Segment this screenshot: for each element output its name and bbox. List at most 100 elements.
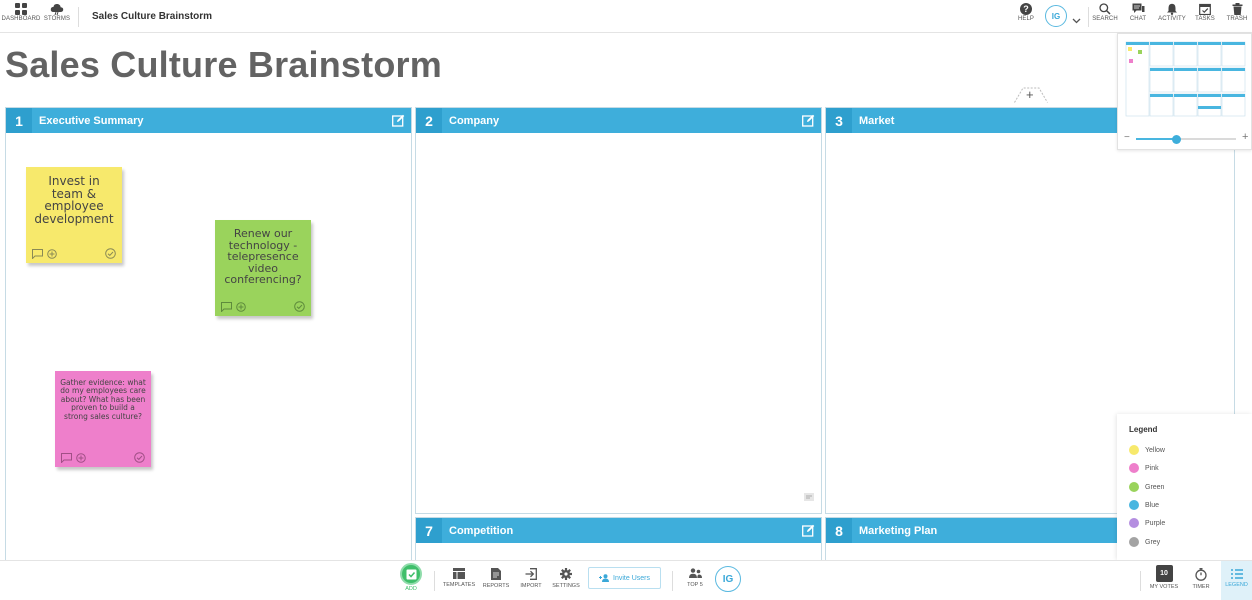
- edit-icon[interactable]: [802, 524, 815, 542]
- edit-icon[interactable]: [802, 114, 815, 132]
- toolbar-divider: [1140, 571, 1141, 591]
- import-button[interactable]: IMPORT: [518, 568, 544, 589]
- timer-button[interactable]: TIMER: [1190, 568, 1212, 590]
- color-swatch-icon: [1129, 537, 1139, 547]
- section-executive-summary: 1 Executive Summary Invest in team & emp…: [5, 107, 412, 567]
- my-votes-button[interactable]: 10 MY VOTES: [1148, 565, 1180, 590]
- cloud-icon: [50, 3, 64, 15]
- vote-plus-icon[interactable]: [236, 299, 246, 317]
- add-button[interactable]: ADD: [398, 563, 424, 592]
- trash-icon: [1232, 3, 1242, 15]
- note-text: Renew our technology - telepresence vide…: [224, 227, 302, 287]
- section-title: Competition: [449, 525, 514, 537]
- report-document-icon: [491, 568, 501, 580]
- minimap-preview[interactable]: [1118, 34, 1252, 124]
- toolbar-divider: [434, 571, 435, 591]
- section-header: 2 Company: [416, 108, 821, 133]
- zoom-in-button[interactable]: +: [1242, 131, 1248, 143]
- section-number: 7: [416, 518, 442, 543]
- sticky-note[interactable]: Gather evidence: what do my employees ca…: [55, 371, 151, 467]
- zoom-out-button[interactable]: −: [1124, 132, 1130, 143]
- help-button[interactable]: ? HELP: [1015, 3, 1037, 22]
- section-header: 7 Competition: [416, 518, 821, 543]
- legend-item-green[interactable]: Green: [1129, 481, 1164, 493]
- activity-button[interactable]: ACTIVITY: [1156, 3, 1188, 22]
- my-votes-label: MY VOTES: [1149, 584, 1179, 590]
- legend-item-pink[interactable]: Pink: [1129, 462, 1159, 474]
- chat-button[interactable]: CHAT: [1126, 3, 1150, 22]
- top5-button[interactable]: TOP 5: [684, 568, 706, 588]
- reports-button[interactable]: REPORTS: [481, 568, 511, 589]
- top-toolbar: DASHBOARD STORMS Sales Culture Brainstor…: [0, 0, 1252, 33]
- settings-button[interactable]: SETTINGS: [551, 568, 581, 589]
- group-users-icon: [688, 568, 702, 578]
- resize-handle-icon[interactable]: [804, 488, 814, 506]
- note-text: Invest in team & employee development: [34, 174, 114, 226]
- note-text: Gather evidence: what do my employees ca…: [60, 378, 146, 421]
- legend-label: Green: [1145, 483, 1165, 491]
- edit-icon[interactable]: [392, 114, 405, 132]
- check-circle-icon[interactable]: [294, 299, 305, 317]
- dashboard-grid-icon: [15, 3, 27, 15]
- search-icon: [1099, 3, 1111, 15]
- help-label: HELP: [1017, 16, 1035, 22]
- tasks-button[interactable]: TASKS: [1194, 3, 1216, 22]
- legend-item-grey[interactable]: Grey: [1129, 536, 1160, 548]
- import-icon: [525, 568, 537, 580]
- templates-button[interactable]: TEMPLATES: [442, 568, 476, 588]
- zoom-slider-track[interactable]: [1136, 134, 1236, 144]
- add-note-icon: [400, 563, 422, 585]
- search-button[interactable]: SEARCH: [1092, 3, 1118, 22]
- add-user-icon: [599, 574, 610, 582]
- vote-plus-icon[interactable]: [47, 246, 57, 264]
- zoom-slider-thumb[interactable]: [1171, 134, 1181, 144]
- sticky-note[interactable]: Renew our technology - telepresence vide…: [215, 220, 311, 316]
- toolbar-divider: [1088, 7, 1089, 27]
- legend-label: Pink: [1145, 464, 1159, 472]
- storms-button[interactable]: STORMS: [43, 3, 71, 22]
- user-avatar[interactable]: IG: [715, 566, 741, 592]
- bottom-toolbar: ADD TEMPLATES REPORTS IMPORT SETTINGS In…: [0, 560, 1252, 600]
- search-label: SEARCH: [1092, 16, 1118, 22]
- help-icon: ?: [1020, 3, 1032, 15]
- legend-item-purple[interactable]: Purple: [1129, 517, 1165, 529]
- page-title: Sales Culture Brainstorm: [5, 44, 442, 85]
- dashboard-button[interactable]: DASHBOARD: [2, 3, 40, 22]
- add-section-button[interactable]: +: [1014, 87, 1048, 103]
- comment-icon[interactable]: [32, 246, 43, 264]
- trash-button[interactable]: TRASH: [1226, 3, 1248, 22]
- vote-plus-icon[interactable]: [76, 450, 86, 468]
- minimap-panel[interactable]: − +: [1117, 33, 1252, 150]
- color-swatch-icon: [1129, 445, 1139, 455]
- legend-panel: Legend Yellow Pink Green Blue Purple Gre…: [1117, 414, 1252, 560]
- templates-icon: [453, 568, 465, 579]
- invite-users-button[interactable]: Invite Users: [588, 567, 661, 589]
- comment-icon[interactable]: [61, 450, 72, 468]
- section-number: 8: [826, 518, 852, 543]
- check-circle-icon[interactable]: [105, 246, 116, 264]
- section-company: 2 Company: [415, 107, 822, 514]
- sticky-note[interactable]: Invest in team & employee development: [26, 167, 122, 263]
- reports-label: REPORTS: [482, 583, 510, 589]
- user-avatar[interactable]: IG: [1045, 5, 1067, 27]
- user-menu-chevron-icon[interactable]: [1072, 11, 1081, 29]
- section-number: 3: [826, 108, 852, 133]
- legend-item-blue[interactable]: Blue: [1129, 499, 1159, 511]
- legend-toggle-button[interactable]: LEGEND: [1221, 561, 1252, 600]
- toolbar-divider: [672, 571, 673, 591]
- section-title: Executive Summary: [39, 115, 144, 127]
- add-label: ADD: [405, 586, 417, 592]
- trash-label: TRASH: [1226, 16, 1248, 22]
- legend-item-yellow[interactable]: Yellow: [1129, 444, 1165, 456]
- legend-title: Legend: [1129, 425, 1158, 434]
- color-swatch-icon: [1129, 482, 1139, 492]
- svg-text:?: ?: [1023, 4, 1029, 14]
- section-title: Market: [859, 115, 895, 127]
- check-circle-icon[interactable]: [134, 450, 145, 468]
- toolbar-divider: [78, 7, 79, 27]
- color-swatch-icon: [1129, 500, 1139, 510]
- list-icon: [1230, 569, 1243, 579]
- app-root: DASHBOARD STORMS Sales Culture Brainstor…: [0, 0, 1252, 600]
- comment-icon[interactable]: [221, 299, 232, 317]
- import-label: IMPORT: [520, 583, 542, 589]
